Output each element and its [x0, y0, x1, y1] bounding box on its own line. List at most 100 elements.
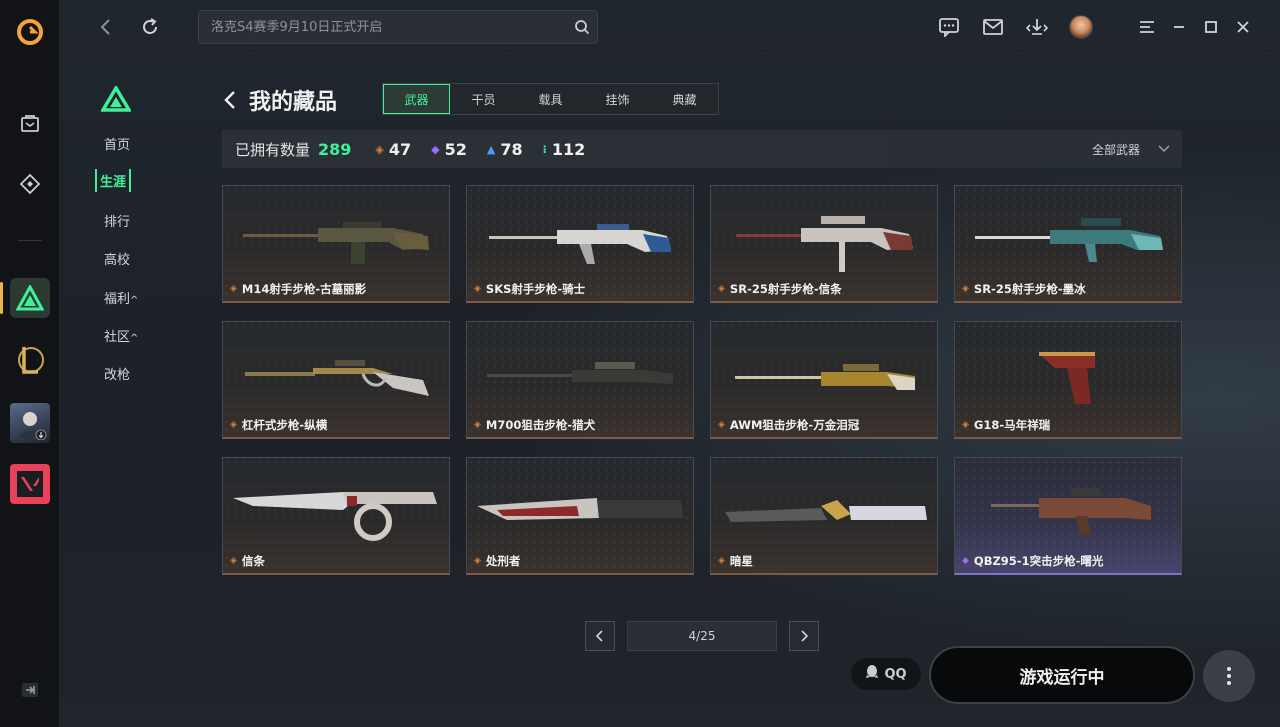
knife-image — [233, 492, 437, 541]
tab-operators[interactable]: 干员 — [450, 84, 517, 114]
tab-weapons[interactable]: 武器 — [383, 84, 450, 114]
item-card[interactable]: ◈ SR-25射手步枪-信条 — [710, 185, 938, 303]
subnav-item-ranking[interactable]: 排行 — [104, 211, 130, 230]
prev-page-button[interactable] — [585, 621, 615, 651]
app-logo-icon[interactable] — [10, 12, 50, 52]
orange-rarity-icon: ◈ — [962, 284, 969, 294]
mail-icon[interactable] — [981, 15, 1005, 39]
item-label: G18-马年祥瑞 — [973, 418, 1051, 432]
more-vertical-icon — [1227, 667, 1231, 685]
collapse-sidebar-icon[interactable] — [10, 670, 50, 710]
item-card[interactable]: ◈ 处刑者 — [466, 457, 694, 575]
qq-button[interactable]: QQ — [851, 658, 921, 690]
item-label: SR-25射手步枪-信条 — [729, 282, 842, 296]
orange-rarity-icon: ◈ — [230, 556, 237, 566]
rarity-count-value: 112 — [551, 139, 586, 159]
minimize-icon[interactable] — [1167, 15, 1191, 39]
more-options-button[interactable] — [1203, 650, 1255, 702]
delta-force-game-icon[interactable] — [10, 278, 50, 318]
item-label: 暗星 — [729, 554, 753, 568]
close-icon[interactable] — [1231, 15, 1255, 39]
subnav-item-label: 社区 — [104, 330, 131, 345]
refresh-icon[interactable] — [137, 14, 163, 40]
orange-rarity-icon: ◈ — [375, 142, 384, 156]
item-card[interactable]: ◈ SKS射手步枪-骑士 — [466, 185, 694, 303]
rifle-image — [736, 216, 913, 272]
character-game-icon[interactable] — [10, 403, 50, 443]
main-area: 首页 生涯 排行 高校 福利^ 社区^ 改枪 我的藏品 武器 干员 载具 挂饰 … — [61, 0, 1280, 727]
item-name: ◈ SKS射手步枪-骑士 — [474, 281, 585, 297]
page-header: 我的藏品 — [223, 84, 337, 116]
subnav-item-home[interactable]: 首页 — [104, 134, 130, 153]
item-label: M14射手步枪-古墓丽影 — [241, 282, 367, 296]
item-card[interactable]: ◈ 杠杆式步枪-纵横 — [222, 321, 450, 439]
menu-icon[interactable] — [1135, 15, 1159, 39]
item-label: 杠杆式步枪-纵横 — [241, 418, 328, 432]
item-card[interactable]: ◈ AWM狙击步枪-万金泪冠 — [710, 321, 938, 439]
back-arrow-icon[interactable] — [223, 88, 243, 112]
rifle-image — [487, 362, 673, 384]
league-of-legends-game-icon[interactable] — [10, 340, 50, 380]
maximize-icon[interactable] — [1199, 15, 1223, 39]
item-card[interactable]: ◈ 信条 — [222, 457, 450, 575]
games-hub-icon[interactable] — [10, 164, 50, 204]
search-icon[interactable] — [567, 19, 597, 35]
item-card[interactable]: ◆ QBZ95-1突击步枪-曙光 — [954, 457, 1182, 575]
rarity-count-value: 78 — [500, 139, 523, 159]
tab-charms[interactable]: 挂饰 — [584, 84, 651, 114]
user-avatar[interactable] — [1069, 15, 1093, 39]
orange-rarity-icon: ◈ — [718, 284, 725, 294]
orange-rarity-icon: ◈ — [718, 420, 725, 430]
download-icon[interactable] — [1025, 15, 1049, 39]
orange-rarity-icon: ◈ — [962, 420, 969, 430]
rifle-image — [489, 224, 671, 264]
owned-count-label: 已拥有数量 — [235, 140, 311, 159]
rarity-count-blue: ▲ 78 — [487, 140, 523, 159]
item-label: M700狙击步枪-猎犬 — [485, 418, 596, 432]
item-card[interactable]: ◈ M700狙击步枪-猎犬 — [466, 321, 694, 439]
back-nav-icon[interactable] — [93, 14, 119, 40]
rifle-image — [975, 218, 1163, 262]
search-input[interactable] — [211, 19, 567, 35]
rail-active-indicator — [0, 282, 3, 314]
orange-rarity-icon: ◈ — [230, 420, 237, 430]
game-running-button[interactable]: 游戏运行中 — [929, 646, 1195, 704]
item-label: QBZ95-1突击步枪-曙光 — [973, 554, 1104, 568]
subnav-item-career[interactable]: 生涯 — [95, 169, 132, 192]
tab-vehicles[interactable]: 载具 — [517, 84, 584, 114]
green-rarity-icon: ⁝ — [542, 142, 547, 156]
weapon-filter-dropdown[interactable]: 全部武器 — [1062, 130, 1182, 168]
chevron-up-icon: ^ — [130, 295, 139, 306]
knife-image — [477, 498, 683, 520]
item-card[interactable]: ◈ 暗星 — [710, 457, 938, 575]
search-bar[interactable] — [198, 10, 598, 44]
filter-label: 全部武器 — [1091, 142, 1140, 157]
tab-collectibles[interactable]: 典藏 — [651, 84, 718, 114]
rifle-image — [991, 488, 1151, 536]
subnav-item-welfare[interactable]: 福利^ — [104, 288, 138, 307]
chevron-right-icon — [801, 630, 809, 642]
store-bag-icon[interactable] — [10, 103, 50, 143]
item-card[interactable]: ◈ G18-马年祥瑞 — [954, 321, 1182, 439]
item-name: ◈ SR-25射手步枪-墨冰 — [962, 281, 1086, 297]
rifle-image — [735, 364, 915, 390]
rarity-count-value: 52 — [444, 139, 467, 159]
subnav-item-gunsmith[interactable]: 改枪 — [104, 364, 130, 383]
item-card[interactable]: ◈ SR-25射手步枪-墨冰 — [954, 185, 1182, 303]
subnav-item-university[interactable]: 高校 — [104, 249, 130, 268]
rarity-count-green: ⁝ 112 — [543, 140, 586, 159]
subnav-item-community[interactable]: 社区^ — [104, 326, 138, 345]
chat-icon[interactable] — [937, 15, 961, 39]
blue-rarity-icon: ▲ — [486, 142, 496, 156]
valorant-game-icon[interactable] — [10, 464, 50, 504]
next-page-button[interactable] — [789, 621, 819, 651]
chevron-down-icon — [1158, 142, 1170, 156]
item-name: ◈ SR-25射手步枪-信条 — [718, 281, 842, 297]
item-card[interactable]: ◈ M14射手步枪-古墓丽影 — [222, 185, 450, 303]
qq-penguin-icon — [865, 664, 879, 684]
item-name: ◈ 处刑者 — [474, 553, 520, 569]
chevron-left-icon — [595, 630, 603, 642]
chevron-up-icon: ^ — [130, 333, 139, 344]
orange-rarity-icon: ◈ — [718, 556, 725, 566]
item-label: SKS射手步枪-骑士 — [485, 282, 586, 296]
